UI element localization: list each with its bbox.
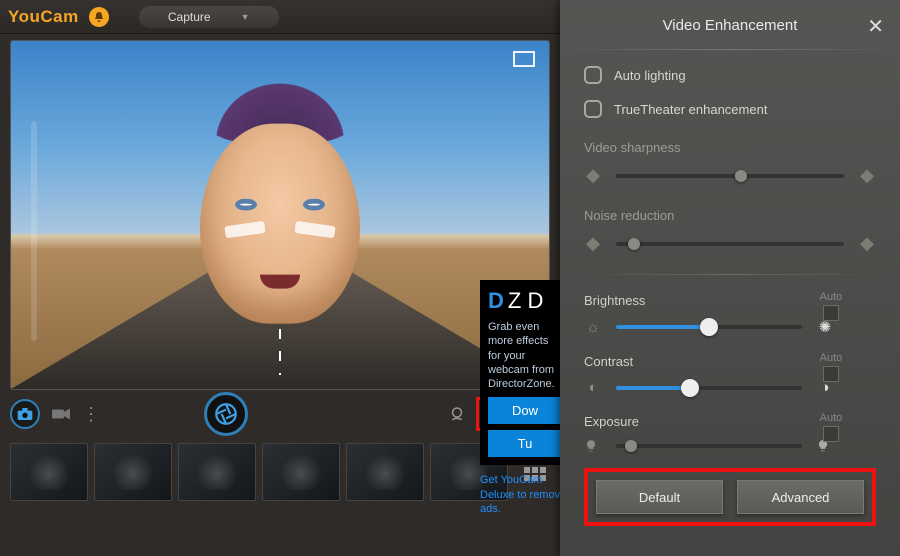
panel-title: Video Enhancement: [663, 17, 798, 34]
thumbnail[interactable]: [262, 443, 340, 501]
contrast-low-icon: ◐: [584, 379, 602, 396]
auto-label: Auto: [820, 412, 843, 424]
avatar-overlay: [175, 74, 385, 354]
auto-lighting-label: Auto lighting: [614, 68, 686, 83]
panel-buttons-highlight: Default Advanced: [584, 468, 876, 526]
auto-label: Auto: [820, 291, 843, 303]
notifications-icon[interactable]: [89, 7, 109, 27]
exposure-control: Exposure Auto: [584, 414, 876, 453]
contrast-control: Contrast Auto ◐ ◑: [584, 354, 876, 396]
noise-label: Noise reduction: [584, 208, 876, 223]
ad-sidebar: DZ D Grab even more effects for your web…: [480, 280, 570, 540]
zoom-slider[interactable]: [31, 121, 37, 341]
thumbnail[interactable]: [10, 443, 88, 501]
thumbnail[interactable]: [178, 443, 256, 501]
shutter-button[interactable]: [204, 392, 248, 436]
app-header: YouCam Capture ▼: [0, 0, 560, 34]
default-button[interactable]: Default: [596, 480, 723, 514]
brightness-auto-checkbox[interactable]: [823, 305, 839, 321]
mode-label: Capture: [168, 10, 211, 24]
truetheater-label: TrueTheater enhancement: [614, 102, 767, 117]
more-options-icon[interactable]: ⋮: [82, 404, 102, 425]
contrast-auto-checkbox[interactable]: [823, 366, 839, 382]
face-beautify-icon[interactable]: [442, 401, 472, 427]
ad-tutorial-button[interactable]: Tu: [488, 430, 562, 457]
brightness-control: Brightness Auto ☼ ✺: [584, 293, 876, 336]
auto-label: Auto: [820, 352, 843, 364]
auto-lighting-checkbox[interactable]: Auto lighting: [584, 66, 876, 84]
sharpness-high-icon: ◆: [858, 165, 876, 186]
ad-text: Grab even more effects for your webcam f…: [488, 320, 562, 391]
contrast-label: Contrast: [584, 354, 633, 369]
brightness-low-icon: ☼: [584, 319, 602, 336]
fullscreen-icon[interactable]: [513, 51, 535, 67]
photo-mode-icon[interactable]: [10, 399, 40, 429]
noise-slider[interactable]: ◆ ◆: [584, 233, 876, 254]
camera-preview: [10, 40, 550, 390]
video-enhancement-panel: Video Enhancement ✕ Auto lighting TrueTh…: [560, 0, 900, 556]
capture-toolbar: ⋮: [10, 394, 550, 434]
close-icon[interactable]: ✕: [867, 14, 884, 39]
app-title: YouCam: [8, 7, 79, 27]
brightness-label: Brightness: [584, 293, 645, 308]
main-app: YouCam Capture ▼: [0, 0, 560, 556]
ad-brand: DZ D: [488, 288, 562, 314]
chevron-down-icon: ▼: [241, 12, 250, 22]
sharpness-low-icon: ◆: [584, 165, 602, 186]
panel-header: Video Enhancement ✕: [584, 0, 876, 50]
thumbnail-strip: [10, 440, 550, 504]
video-mode-icon[interactable]: [46, 401, 76, 427]
checkbox-icon: [584, 66, 602, 84]
thumbnail[interactable]: [346, 443, 424, 501]
ad-download-button[interactable]: Dow: [488, 397, 562, 424]
sharpness-label: Video sharpness: [584, 140, 876, 155]
noise-high-icon: ◆: [858, 233, 876, 254]
exposure-auto-checkbox[interactable]: [823, 426, 839, 442]
remove-ads-link[interactable]: Get YouCam Deluxe to remove ads.: [480, 473, 570, 516]
truetheater-checkbox[interactable]: TrueTheater enhancement: [584, 100, 876, 118]
exposure-low-icon: [584, 439, 602, 453]
thumbnail[interactable]: [94, 443, 172, 501]
mode-dropdown[interactable]: Capture ▼: [139, 6, 279, 28]
sharpness-slider[interactable]: ◆ ◆: [584, 165, 876, 186]
advanced-button[interactable]: Advanced: [737, 480, 864, 514]
exposure-label: Exposure: [584, 414, 639, 429]
checkbox-icon: [584, 100, 602, 118]
noise-low-icon: ◆: [584, 233, 602, 254]
